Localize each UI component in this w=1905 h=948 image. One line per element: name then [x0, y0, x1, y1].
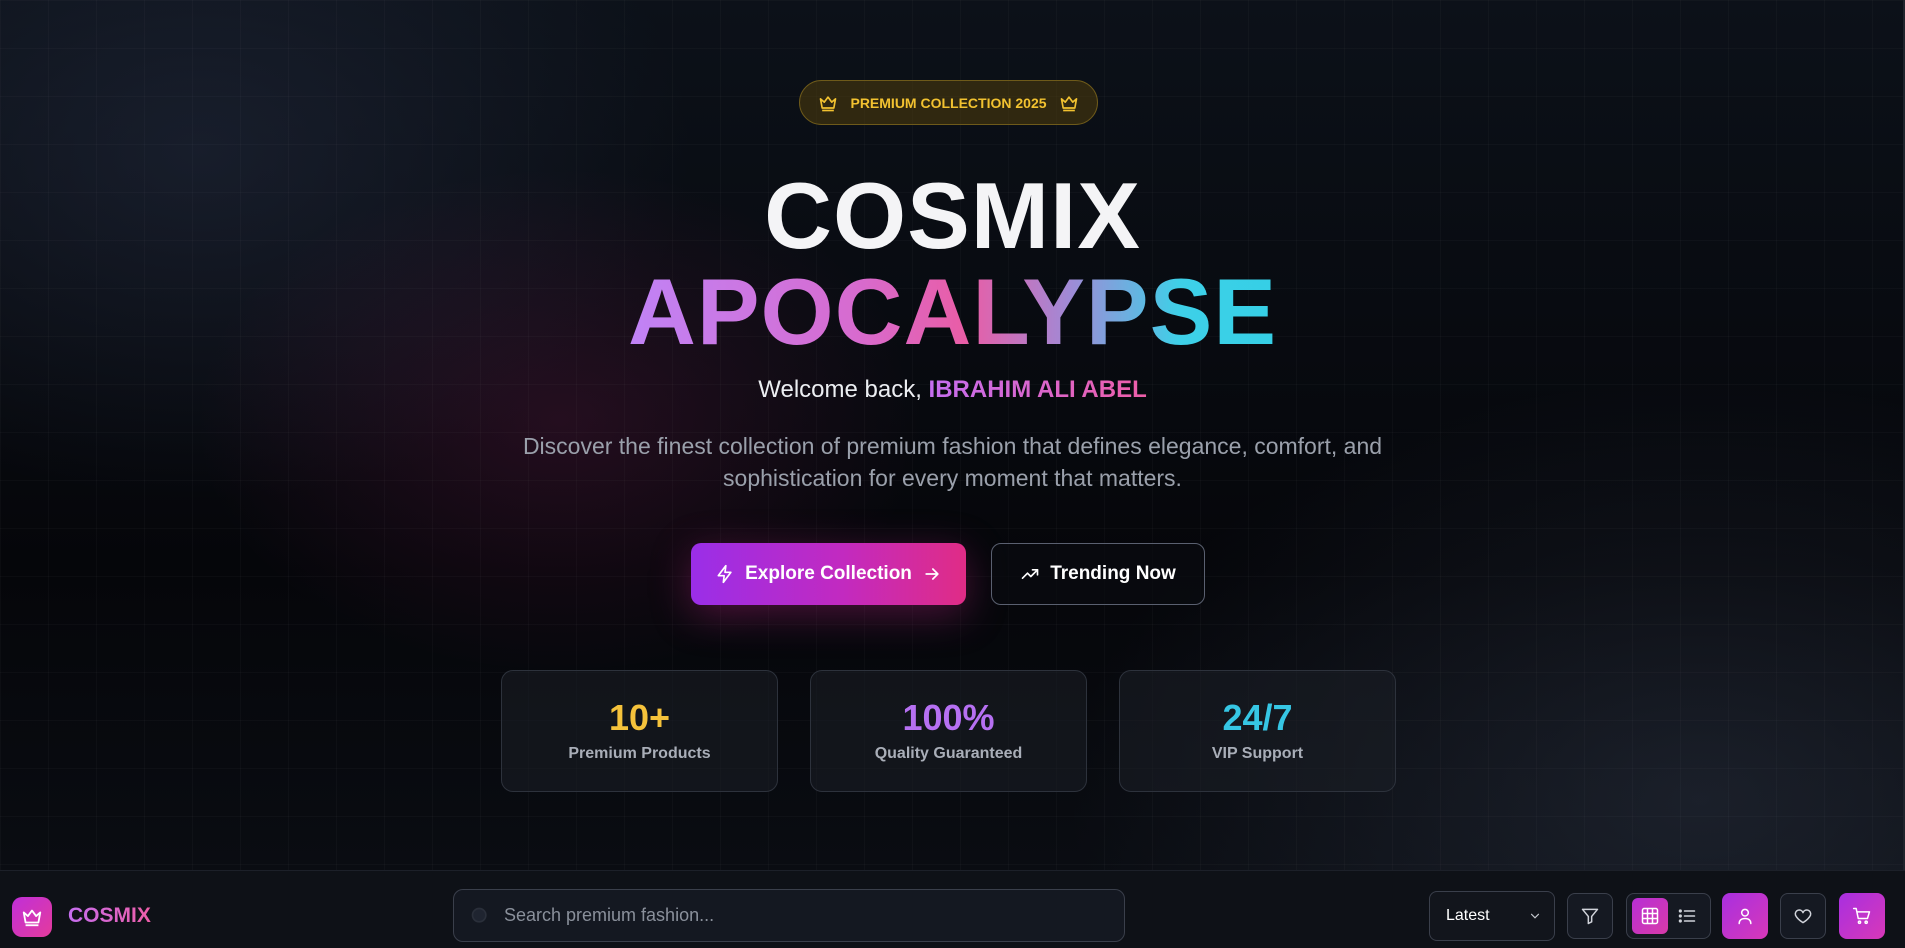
explore-collection-button[interactable]: Explore Collection	[691, 543, 966, 605]
stat-card-products: 10+ Premium Products	[501, 670, 778, 792]
search-icon	[471, 907, 487, 923]
stat-value: 24/7	[1222, 697, 1293, 738]
heart-icon	[1794, 909, 1812, 924]
trending-now-label: Trending Now	[1050, 563, 1176, 584]
hero-title-gradient-text: APOCALYPSE	[627, 259, 1278, 364]
hero-title-line1: COSMIX	[764, 163, 1141, 268]
view-toggle	[1626, 893, 1711, 939]
search-input[interactable]	[504, 905, 1124, 926]
user-name: IBRAHIM ALI ABEL	[928, 376, 1147, 403]
search-bar[interactable]	[453, 889, 1125, 942]
sort-select[interactable]: Latest	[1429, 891, 1555, 941]
stat-label: Quality Guaranteed	[874, 745, 1023, 762]
filter-icon	[1581, 908, 1599, 925]
logo[interactable]	[12, 897, 52, 937]
profile-button[interactable]	[1722, 893, 1768, 939]
lightning-icon	[717, 564, 732, 584]
hero-description: Discover the finest collection of premiu…	[522, 433, 1383, 491]
cart-icon	[1852, 907, 1871, 925]
premium-badge: PREMIUM COLLECTION 2025	[799, 80, 1098, 125]
trending-now-button[interactable]: Trending Now	[991, 543, 1205, 605]
logo-text[interactable]: COSMIX	[68, 904, 151, 928]
stat-value: 10+	[608, 697, 671, 738]
sort-selected-value: Latest	[1446, 907, 1490, 924]
crown-icon	[1060, 95, 1077, 111]
grid-icon	[1641, 907, 1658, 925]
stat-value: 100%	[902, 697, 995, 738]
page: PREMIUM COLLECTION 2025 COSMIX APOCALYPS…	[0, 0, 1905, 948]
list-icon	[1679, 909, 1696, 923]
stat-card-quality: 100% Quality Guaranteed	[810, 670, 1087, 792]
list-view-button[interactable]	[1669, 898, 1705, 934]
welcome-message: Welcome back, IBRAHIM ALI ABEL	[0, 376, 1905, 404]
grid-view-button[interactable]	[1631, 898, 1668, 934]
chevron-down-icon	[1530, 913, 1540, 919]
wishlist-button[interactable]	[1780, 893, 1826, 939]
user-icon	[1738, 908, 1752, 925]
stat-label: VIP Support	[1211, 745, 1304, 762]
filter-button[interactable]	[1567, 893, 1613, 939]
trending-up-icon	[1021, 569, 1039, 579]
bottom-toolbar: COSMIX Latest	[0, 870, 1905, 948]
arrow-right-icon	[925, 568, 939, 580]
crown-icon	[820, 95, 837, 111]
welcome-prefix: Welcome back,	[758, 376, 929, 403]
stat-label: Premium Products	[568, 745, 711, 762]
explore-collection-label: Explore Collection	[745, 563, 912, 584]
hero-title-line2: APOCALYPSE	[0, 262, 1905, 362]
crown-icon	[22, 909, 42, 927]
stat-card-support: 24/7 VIP Support	[1119, 670, 1396, 792]
cart-button[interactable]	[1839, 893, 1885, 939]
badge-label: PREMIUM COLLECTION 2025	[850, 94, 1047, 111]
